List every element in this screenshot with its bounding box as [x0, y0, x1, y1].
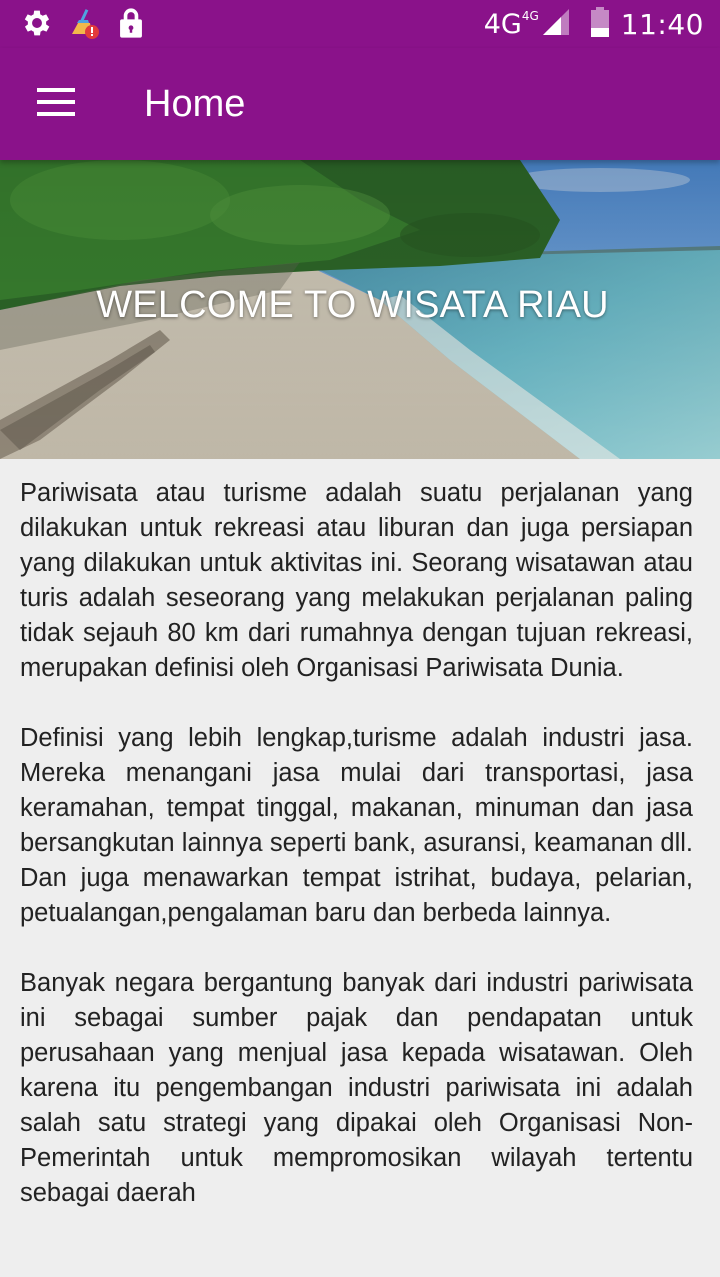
hero-title: WELCOME TO WISATA RIAU — [96, 284, 609, 326]
clock: 11:40 — [620, 7, 704, 41]
settings-gear-icon — [20, 6, 54, 44]
paragraph: Banyak negara bergantung banyak dari ind… — [20, 969, 693, 1207]
network-sup-label: 4G — [521, 9, 539, 23]
paragraph: Pariwisata atau turisme adalah suatu per… — [20, 479, 693, 682]
signal-strength-icon — [541, 7, 571, 41]
hamburger-menu-icon — [37, 88, 75, 120]
notification-icons — [20, 6, 146, 44]
system-status-icons: 4G 4G 11:40 — [484, 0, 704, 48]
lock-icon — [116, 6, 146, 44]
network-label: 4G — [483, 8, 522, 40]
status-bar: 4G 4G 11:40 — [0, 0, 720, 48]
page-title: Home — [144, 83, 246, 125]
paragraph: Definisi yang lebih lengkap,turisme adal… — [20, 724, 693, 927]
hamburger-menu-button[interactable] — [22, 76, 90, 132]
battery-icon — [589, 6, 611, 42]
article-content: Pariwisata atau turisme adalah suatu per… — [20, 476, 693, 1246]
network-type: 4G 4G — [484, 9, 539, 40]
cleaner-broom-alert-icon — [68, 6, 102, 44]
hero-banner: WELCOME TO WISATA RIAU — [0, 160, 720, 459]
app-bar: Home — [0, 48, 720, 160]
